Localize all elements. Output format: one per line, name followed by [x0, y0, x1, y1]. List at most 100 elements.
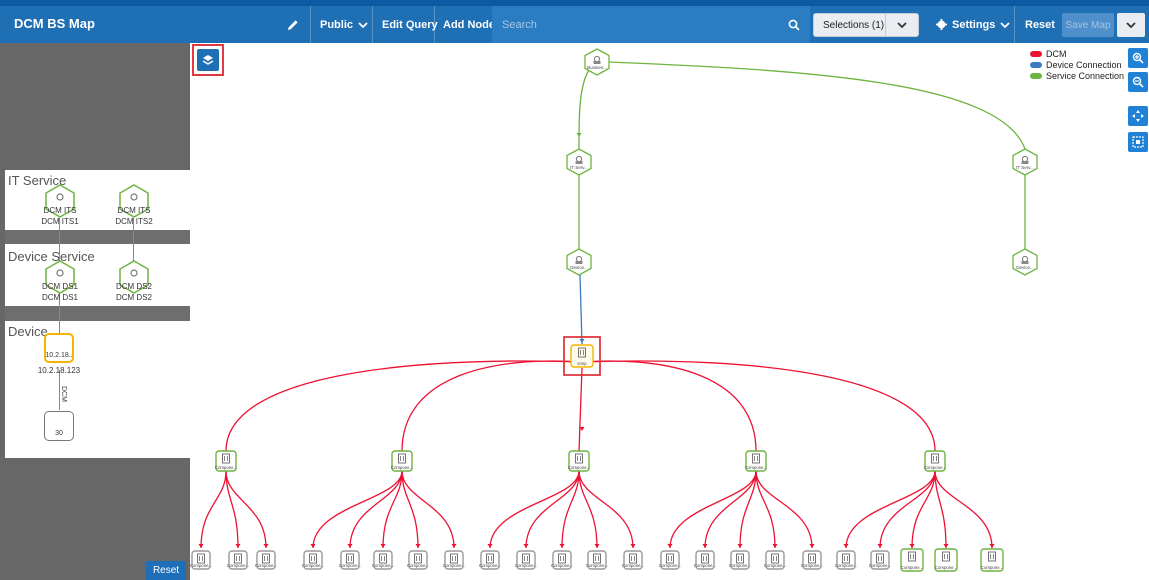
leaf-component-node[interactable]: Compone...: [407, 550, 429, 570]
dcm-edge: [225, 470, 267, 549]
layers-icon: [197, 49, 219, 71]
edge-arrow: [559, 544, 565, 548]
leaf-component-node[interactable]: Compone...: [190, 550, 212, 570]
leaf-component-node[interactable]: Compone...: [835, 550, 857, 570]
leaf-component-node[interactable]: Compone...: [869, 550, 891, 570]
leaf-component-node[interactable]: Compone...: [443, 550, 465, 570]
edge-arrow: [667, 544, 673, 548]
dcm-edge: [349, 470, 403, 549]
leaf-component-node[interactable]: Compone...: [764, 550, 786, 570]
node-label: Compone...: [729, 563, 751, 568]
node-label: Device...: [570, 265, 588, 270]
node-label: Compone...: [835, 563, 857, 568]
dcm-edge: [200, 470, 227, 549]
edge-arrow: [198, 544, 204, 548]
leaf-component-node[interactable]: Compone...: [515, 550, 537, 570]
dcm-edge: [755, 470, 813, 549]
component-node[interactable]: Compone...: [745, 450, 767, 472]
service-edge: [608, 61, 1026, 150]
leaf-component-node[interactable]: Compone...: [694, 550, 716, 570]
node-label: Compone...: [935, 565, 957, 570]
move-icon[interactable]: [1128, 106, 1148, 126]
layers-button[interactable]: [192, 44, 224, 76]
node-label: Compone...: [568, 465, 590, 470]
node-label: Compone...: [215, 465, 237, 470]
leaf-component-node[interactable]: Compone...: [980, 548, 1004, 572]
business-service-node[interactable]: Busines...: [584, 48, 610, 76]
leaf-component-node[interactable]: Compone...: [479, 550, 501, 570]
node-label: Compone...: [745, 465, 767, 470]
component-node[interactable]: Compone...: [924, 450, 946, 472]
node-label: Busines...: [587, 65, 607, 70]
component-node[interactable]: Compone...: [568, 450, 590, 472]
component-node[interactable]: Compone...: [215, 450, 237, 472]
node-label: IT Serv...: [1016, 165, 1034, 170]
dcm-edge: [225, 360, 583, 452]
leaf-component-node[interactable]: Compone...: [729, 550, 751, 570]
leaf-component-node[interactable]: Compone...: [622, 550, 644, 570]
edge-arrow: [594, 544, 600, 548]
node-label: Device...: [1016, 265, 1034, 270]
edge-arrow: [989, 544, 995, 548]
device-service-node[interactable]: Device...: [566, 248, 592, 276]
edge-arrow: [263, 544, 269, 548]
dcm-edge: [704, 470, 757, 549]
edge-arrow: [347, 544, 353, 548]
dcm-edge: [401, 360, 583, 452]
edge-arrow: [809, 544, 815, 548]
it-service-node[interactable]: IT Serv...: [1012, 148, 1038, 176]
edge-arrow: [523, 544, 529, 548]
zoom-out-icon[interactable]: [1128, 72, 1148, 92]
component-node[interactable]: Compone...: [391, 450, 413, 472]
dcm-edge: [489, 470, 580, 549]
edge-arrow: [487, 544, 493, 548]
edge-arrow: [772, 544, 778, 548]
edge-arrow: [415, 544, 421, 548]
leaf-component-node[interactable]: Compone...: [934, 548, 958, 572]
dcm-edge: [401, 470, 455, 549]
edge-arrow: [737, 544, 743, 548]
device-service-node[interactable]: Device...: [1012, 248, 1038, 276]
node-label: Compone...: [659, 563, 681, 568]
dcm-edge: [934, 470, 947, 549]
leaf-component-node[interactable]: Compone...: [551, 550, 573, 570]
edge-arrow: [579, 339, 585, 343]
edge-arrow: [843, 544, 849, 548]
leaf-component-node[interactable]: Compone...: [586, 550, 608, 570]
edge-arrow: [576, 133, 582, 137]
leaf-component-node[interactable]: Compone...: [255, 550, 277, 570]
node-label: IT Serv...: [570, 165, 588, 170]
leaf-component-node[interactable]: Compone...: [900, 548, 924, 572]
leaf-component-node[interactable]: Compone...: [339, 550, 361, 570]
leaf-component-node[interactable]: Compone...: [302, 550, 324, 570]
node-label: Compone...: [694, 563, 716, 568]
device-node-selected[interactable]: Icmp: [570, 344, 594, 368]
legend-item: Service Connection: [1030, 70, 1124, 81]
edge-arrow: [877, 544, 883, 548]
leaf-component-node[interactable]: Compone...: [659, 550, 681, 570]
edge-arrow: [630, 544, 636, 548]
leaf-component-node[interactable]: Compone...: [227, 550, 249, 570]
node-label: Compone...: [981, 565, 1003, 570]
fit-icon[interactable]: [1128, 132, 1148, 152]
node-label: Compone...: [190, 563, 212, 568]
edge-arrow: [909, 544, 915, 548]
leaf-component-node[interactable]: Compone...: [372, 550, 394, 570]
node-label: Compone...: [551, 563, 573, 568]
dcm-edge: [312, 470, 403, 549]
node-label: Icmp: [577, 361, 587, 366]
edge-arrow: [702, 544, 708, 548]
leaf-component-node[interactable]: Compone...: [801, 550, 823, 570]
dcm-edge: [669, 470, 757, 549]
it-service-node[interactable]: IT Serv...: [566, 148, 592, 176]
node-label: Compone...: [339, 563, 361, 568]
node-label: Compone...: [479, 563, 501, 568]
dcm-edge: [578, 367, 583, 452]
map-legend: DCM Device Connection Service Connection: [1030, 48, 1124, 81]
legend-item: DCM: [1030, 48, 1124, 59]
node-label: Compone...: [586, 563, 608, 568]
edge-arrow: [310, 544, 316, 548]
node-label: Compone...: [255, 563, 277, 568]
zoom-in-icon[interactable]: [1128, 48, 1148, 68]
node-label: Compone...: [302, 563, 324, 568]
